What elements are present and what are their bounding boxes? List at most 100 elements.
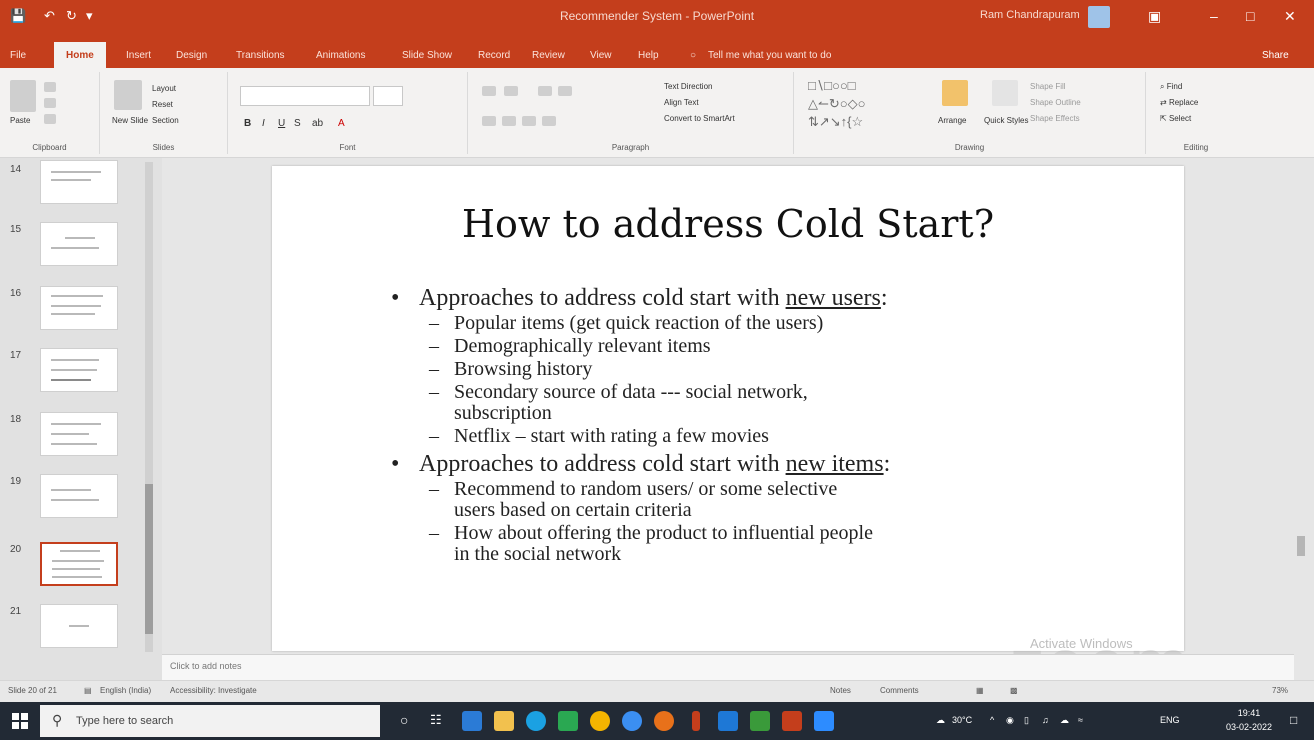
comments-toggle[interactable]: Comments	[880, 686, 919, 695]
weather-icon[interactable]: ☁	[936, 715, 945, 726]
bold-icon[interactable]: B	[244, 118, 251, 129]
slide-scrollbar-knob[interactable]	[1297, 536, 1305, 556]
slide-thumbnail-21[interactable]	[40, 604, 118, 648]
language-status[interactable]: English (India)	[100, 686, 151, 695]
numbering-icon[interactable]	[504, 86, 518, 96]
speaker-icon[interactable]: ♫	[1042, 715, 1049, 725]
slide-thumbnail-15[interactable]	[40, 222, 118, 266]
thumbnail-scrollbar-knob[interactable]	[145, 484, 153, 634]
font-color-icon[interactable]: A	[338, 118, 345, 129]
strikethrough-icon[interactable]: ab	[312, 118, 323, 129]
copy-icon[interactable]	[44, 98, 56, 108]
app-icon-4[interactable]	[558, 711, 578, 731]
align-center-icon[interactable]	[502, 116, 516, 126]
shadow-icon[interactable]: S	[294, 118, 301, 129]
replace-button[interactable]: ⇄ Replace	[1160, 98, 1198, 107]
notes-toggle[interactable]: Notes	[830, 686, 851, 695]
paste-button[interactable]: Paste	[10, 116, 30, 125]
underline-icon[interactable]: U	[278, 118, 285, 129]
decrease-indent-icon[interactable]	[538, 86, 552, 96]
tab-home[interactable]: Home	[54, 42, 106, 68]
notifications-icon[interactable]: □	[1290, 713, 1297, 727]
accessibility-status[interactable]: Accessibility: Investigate	[170, 686, 257, 695]
slide-sorter-icon[interactable]: ▩	[1010, 686, 1018, 695]
find-button[interactable]: ⌕ Find	[1160, 82, 1182, 92]
tab-help[interactable]: Help	[638, 50, 659, 61]
increase-indent-icon[interactable]	[558, 86, 572, 96]
input-language[interactable]: ENG	[1160, 715, 1180, 725]
system-tray-chevron-icon[interactable]: ^	[990, 715, 994, 725]
avatar[interactable]	[1088, 6, 1110, 28]
zoom-icon[interactable]	[814, 711, 834, 731]
notes-pane[interactable]: Click to add notes	[162, 654, 1294, 680]
taskbar-search[interactable]: ⚲ Type here to search	[40, 705, 380, 737]
app-icon-8[interactable]	[692, 711, 700, 731]
app-icon-1[interactable]	[462, 711, 482, 731]
tell-me-search[interactable]: Tell me what you want to do	[708, 50, 831, 61]
slide-scrollbar[interactable]	[1294, 158, 1308, 680]
align-text-button[interactable]: Align Text	[664, 98, 699, 107]
onedrive-icon[interactable]: ☁	[1060, 715, 1069, 726]
tab-transitions[interactable]: Transitions	[236, 50, 285, 61]
shapes-gallery-row2-icon[interactable]: △↼↻○◇○	[808, 96, 865, 112]
align-right-icon[interactable]	[522, 116, 536, 126]
slide-thumbnail-20[interactable]	[40, 542, 118, 586]
app-icon-6[interactable]	[622, 711, 642, 731]
font-size-box[interactable]	[373, 86, 403, 106]
new-slide-icon[interactable]	[114, 80, 142, 110]
quick-styles-icon[interactable]	[992, 80, 1018, 106]
format-painter-icon[interactable]	[44, 114, 56, 124]
italic-icon[interactable]: I	[262, 118, 265, 129]
slide-title[interactable]: How to address Cold Start?	[272, 202, 1184, 246]
justify-icon[interactable]	[542, 116, 556, 126]
arrange-button[interactable]: Arrange	[938, 116, 966, 125]
task-view-icon[interactable]: ☷	[430, 712, 442, 728]
shape-outline-button[interactable]: Shape Outline	[1030, 98, 1081, 107]
zoom-level[interactable]: 73%	[1272, 686, 1288, 695]
app-icon-9[interactable]	[718, 711, 738, 731]
layout-button[interactable]: Layout	[152, 84, 176, 93]
edge-icon[interactable]	[526, 711, 546, 731]
tab-slide-show[interactable]: Slide Show	[402, 50, 452, 61]
slide-body[interactable]: • Approaches to address cold start with n…	[389, 281, 1149, 565]
weather-temp[interactable]: 30°C	[952, 715, 972, 725]
paste-icon[interactable]	[10, 80, 36, 112]
ribbon-display-icon[interactable]: ▣	[1148, 8, 1161, 25]
user-name[interactable]: Ram Chandrapuram	[980, 9, 1080, 21]
wifi-icon[interactable]: ≈	[1078, 715, 1083, 725]
current-slide[interactable]: How to address Cold Start? • Approaches t…	[272, 166, 1184, 651]
file-explorer-icon[interactable]	[494, 711, 514, 731]
section-button[interactable]: Section	[152, 116, 179, 125]
share-button[interactable]: Share	[1262, 50, 1289, 61]
tab-view[interactable]: View	[590, 50, 612, 61]
slide-thumbnail-18[interactable]	[40, 412, 118, 456]
text-direction-button[interactable]: Text Direction	[664, 82, 712, 91]
select-button[interactable]: ⇱ Select	[1160, 114, 1191, 123]
tab-animations[interactable]: Animations	[316, 50, 365, 61]
quick-styles-button[interactable]: Quick Styles	[984, 116, 1028, 125]
tab-record[interactable]: Record	[478, 50, 510, 61]
maximize-icon[interactable]: □	[1246, 8, 1254, 24]
taskbar-clock[interactable]: 19:41 03-02-2022	[1226, 706, 1272, 734]
windows-start-icon[interactable]	[12, 713, 28, 729]
slide-thumbnail-17[interactable]	[40, 348, 118, 392]
spelling-icon[interactable]: ▤	[84, 686, 92, 695]
battery-icon[interactable]: ▯	[1024, 715, 1029, 726]
slide-thumbnail-14[interactable]	[40, 160, 118, 204]
tab-design[interactable]: Design	[176, 50, 207, 61]
firefox-icon[interactable]	[654, 711, 674, 731]
shapes-gallery-icon[interactable]: □∖□○○□	[808, 78, 856, 94]
align-left-icon[interactable]	[482, 116, 496, 126]
arrange-icon[interactable]	[942, 80, 968, 106]
convert-smartart-button[interactable]: Convert to SmartArt	[664, 114, 735, 123]
shapes-gallery-row3-icon[interactable]: ⇅↗↘↑{☆	[808, 114, 863, 130]
close-icon[interactable]: ✕	[1284, 8, 1296, 25]
reset-button[interactable]: Reset	[152, 100, 173, 109]
tab-insert[interactable]: Insert	[126, 50, 151, 61]
slide-thumbnail-19[interactable]	[40, 474, 118, 518]
cut-icon[interactable]	[44, 82, 56, 92]
font-name-box[interactable]	[240, 86, 370, 106]
chrome-icon[interactable]	[590, 711, 610, 731]
minimize-icon[interactable]: –	[1210, 8, 1218, 24]
shape-effects-button[interactable]: Shape Effects	[1030, 114, 1080, 123]
